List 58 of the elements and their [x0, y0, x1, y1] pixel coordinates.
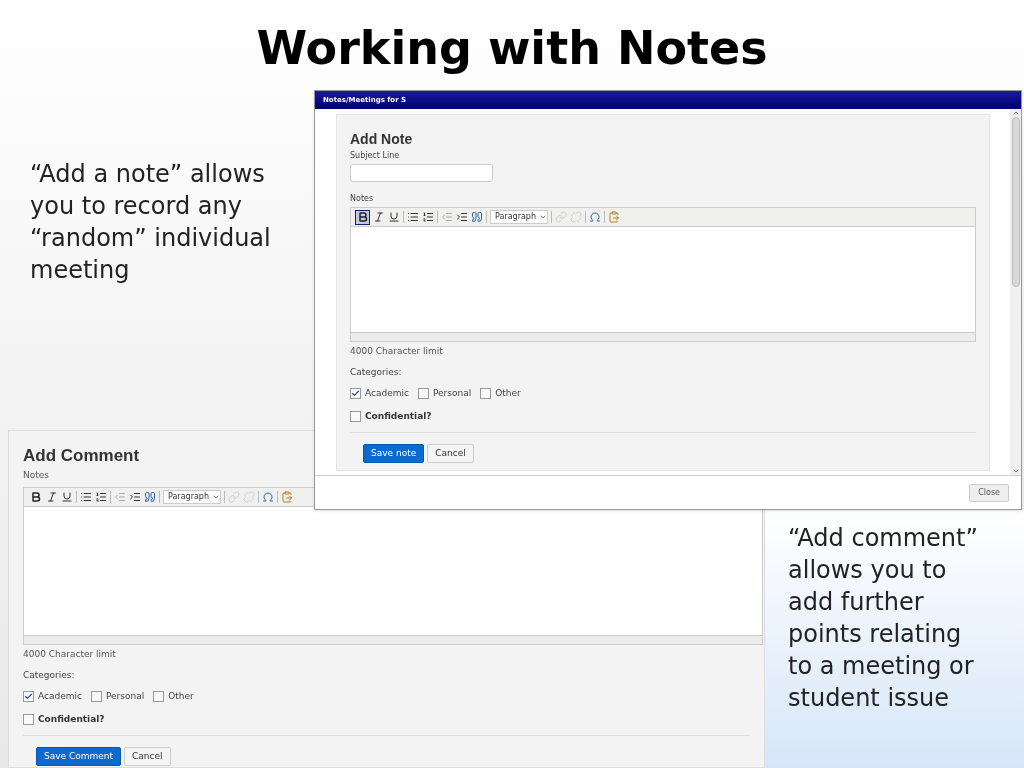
quote-icon[interactable]	[144, 491, 156, 503]
paste-icon[interactable]	[281, 491, 293, 503]
cancel-button[interactable]: Cancel	[124, 747, 171, 766]
categories-label: Categories:	[350, 365, 403, 379]
underline-icon[interactable]	[388, 211, 400, 223]
caret-icon	[212, 493, 220, 501]
panel-heading: Add Note	[350, 130, 414, 149]
category-label: Personal	[105, 690, 145, 703]
paste-icon[interactable]	[608, 211, 620, 223]
character-limit: 4000 Character limit	[23, 648, 117, 661]
omega-icon[interactable]	[262, 491, 274, 503]
checkbox[interactable]	[153, 691, 165, 703]
numbered-list-icon[interactable]	[95, 491, 107, 503]
bullet-list-icon[interactable]	[80, 491, 92, 503]
format-dropdown[interactable]: Paragraph	[490, 210, 548, 224]
checkbox[interactable]	[23, 691, 34, 703]
checkbox[interactable]	[417, 388, 429, 400]
save-button[interactable]: Save Comment	[36, 747, 122, 766]
close-button[interactable]: Close	[969, 483, 1009, 502]
omega-icon[interactable]	[589, 211, 601, 223]
category-label: Other	[168, 690, 194, 703]
category-label: Academic	[38, 690, 82, 703]
confidential-label: Confidential?	[365, 409, 432, 423]
confidential-label: Confidential?	[38, 712, 105, 726]
italic-icon[interactable]	[373, 211, 385, 223]
subject-field[interactable]	[350, 164, 493, 182]
indent-icon[interactable]	[129, 491, 141, 503]
character-limit: 4000 Character limit	[350, 345, 444, 358]
checkbox[interactable]	[90, 691, 102, 703]
panel-heading: Add Comment	[23, 445, 140, 467]
checkbox[interactable]	[480, 388, 492, 400]
format-dropdown[interactable]: Paragraph	[163, 490, 221, 504]
checkbox[interactable]	[23, 713, 34, 725]
cancel-button[interactable]: Cancel	[427, 444, 474, 463]
checkbox[interactable]	[350, 410, 361, 422]
quote-icon[interactable]	[471, 211, 483, 223]
categories-label: Categories:	[23, 668, 76, 682]
numbered-list-icon[interactable]	[422, 211, 434, 223]
checkbox[interactable]	[350, 388, 361, 400]
slide-title: Working with Notes	[256, 20, 768, 77]
bold-button[interactable]	[355, 209, 370, 225]
indent-icon[interactable]	[456, 211, 468, 223]
category-label: Other	[495, 387, 521, 400]
save-button[interactable]: Save note	[363, 444, 425, 463]
slide-text: “Add a note” allows you to record any “random” individual meeting	[30, 159, 272, 286]
scroll-up-icon[interactable]	[1011, 109, 1020, 117]
underline-icon[interactable]	[61, 491, 73, 503]
slide-text: “Add comment” allows you to add further points relating to a meeting or student issue	[788, 523, 979, 714]
italic-icon[interactable]	[46, 491, 58, 503]
notes-label: Notes	[350, 193, 375, 205]
caret-icon	[539, 213, 547, 221]
scroll-down-icon[interactable]	[1011, 467, 1020, 475]
subject-label: Subject Line	[350, 150, 401, 162]
category-label: Personal	[432, 387, 472, 400]
scrollbar[interactable]	[1010, 109, 1021, 475]
notes-label: Notes	[23, 468, 50, 482]
category-label: Academic	[365, 387, 409, 400]
bullet-list-icon[interactable]	[407, 211, 419, 223]
